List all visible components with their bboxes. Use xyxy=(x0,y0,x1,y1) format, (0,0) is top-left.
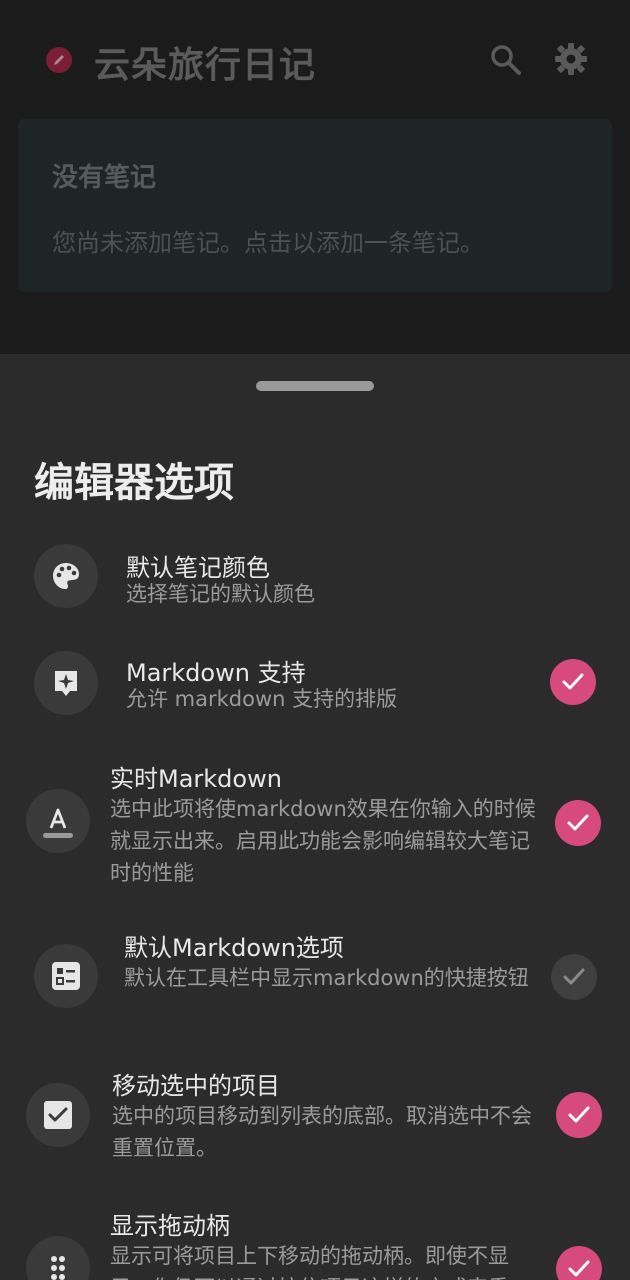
app-background: 云朵旅行日记 没有笔记 您尚未添加笔记。点击以添加一条笔记。 xyxy=(0,0,630,360)
sheet-drag-handle[interactable] xyxy=(256,381,374,391)
empty-note-title: 没有笔记 xyxy=(52,163,157,193)
option-subtitle: 默认在工具栏中显示markdown的快捷按钮 xyxy=(124,966,529,990)
drag-handle-icon xyxy=(26,1236,90,1280)
markdown-support-checkbox[interactable] xyxy=(550,659,596,705)
option-title: 移动选中的项目 xyxy=(112,1072,280,1100)
app-title: 云朵旅行日记 xyxy=(94,45,317,86)
option-default-markdown-options[interactable]: 默认Markdown选项 默认在工具栏中显示markdown的快捷按钮 xyxy=(0,928,630,1028)
checklist-icon xyxy=(34,944,98,1008)
option-markdown-support[interactable]: Markdown 支持 允许 markdown 支持的排版 xyxy=(0,651,630,721)
option-title: 默认Markdown选项 xyxy=(124,934,344,962)
screen: 云朵旅行日记 没有笔记 您尚未添加笔记。点击以添加一条笔记。 编辑器选项 默认笔… xyxy=(0,0,630,1280)
option-show-drag-handle[interactable]: 显示拖动柄 显示可将项目上下移动的拖动柄。即使不显示，你仍可以通过按住项目这样的… xyxy=(0,1204,630,1280)
palette-icon xyxy=(34,544,98,608)
move-checked-items-checkbox[interactable] xyxy=(556,1092,602,1138)
option-subtitle: 允许 markdown 支持的排版 xyxy=(126,687,398,711)
option-title: 实时Markdown xyxy=(110,765,282,793)
app-bar: 云朵旅行日记 xyxy=(0,0,630,118)
gear-icon[interactable] xyxy=(554,42,588,76)
option-subtitle: 选择笔记的默认颜色 xyxy=(126,582,315,606)
search-icon[interactable] xyxy=(488,42,522,76)
option-live-markdown[interactable]: 实时Markdown 选中此项将使markdown效果在你输入的时候就显示出来。… xyxy=(0,759,630,889)
show-drag-handle-checkbox[interactable] xyxy=(556,1246,602,1280)
option-subtitle: 选中的项目移动到列表的底部。取消选中不会重置位置。 xyxy=(112,1104,532,1160)
sheet-title: 编辑器选项 xyxy=(34,460,234,506)
sparkle-note-icon xyxy=(34,651,98,715)
option-default-note-color[interactable]: 默认笔记颜色 选择笔记的默认颜色 xyxy=(0,544,630,614)
option-move-checked-items[interactable]: 移动选中的项目 选中的项目移动到列表的底部。取消选中不会重置位置。 xyxy=(0,1066,630,1166)
empty-note-card[interactable]: 没有笔记 您尚未添加笔记。点击以添加一条笔记。 xyxy=(18,119,612,292)
pencil-icon xyxy=(46,47,72,73)
option-title: 显示拖动柄 xyxy=(110,1212,230,1240)
checkbox-icon xyxy=(26,1083,90,1147)
option-subtitle: 显示可将项目上下移动的拖动柄。即使不显示，你仍可以通过按住项目这样的方式来重 xyxy=(110,1244,509,1280)
default-markdown-options-checkbox[interactable] xyxy=(551,954,597,1000)
empty-note-message: 您尚未添加笔记。点击以添加一条笔记。 xyxy=(52,229,484,257)
text-format-icon xyxy=(26,789,90,853)
live-markdown-checkbox[interactable] xyxy=(555,800,601,846)
option-subtitle: 选中此项将使markdown效果在你输入的时候就显示出来。启用此功能会影响编辑较… xyxy=(110,797,536,885)
editor-options-sheet: 编辑器选项 默认笔记颜色 选择笔记的默认颜色 Markdown 支持 允许 ma… xyxy=(0,354,630,1280)
